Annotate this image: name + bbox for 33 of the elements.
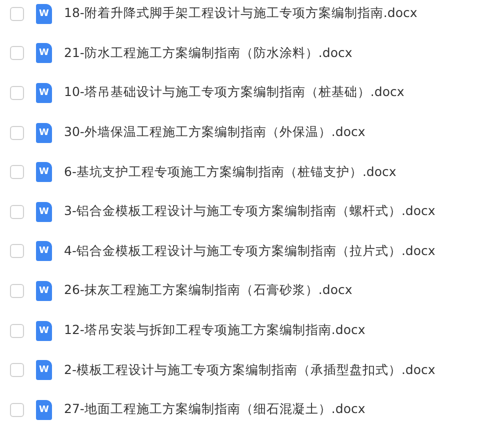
file-name[interactable]: 2-模板工程设计与施工专项方案编制指南（承插型盘扣式）.docx [64,362,436,379]
checkbox[interactable] [10,204,24,219]
checkbox[interactable] [10,6,24,21]
checkbox[interactable] [10,284,24,298]
file-name[interactable]: 30-外墙保温工程施工方案编制指南（外保温）.docx [64,124,366,142]
file-name[interactable]: 27-地面工程施工方案编制指南（细石混凝土）.docx [64,401,366,418]
file-name[interactable]: 4-铝合金模板工程设计与施工专项方案编制指南（拉片式）.docx [64,242,436,260]
document-icon: W [36,43,52,64]
file-name[interactable]: 18-附着升降式脚手架工程设计与施工专项方案编制指南.docx [64,5,418,22]
file-name[interactable]: 10-塔吊基础设计与施工专项方案编制指南（桩基础）.docx [64,84,404,102]
document-icon: W [36,122,52,143]
document-icon: W [36,400,52,420]
document-icon: W [36,320,52,341]
checkbox[interactable] [10,244,24,258]
file-name[interactable]: 6-基坑支护工程专项施工方案编制指南（桩锚支护）.docx [64,164,396,181]
checkbox[interactable] [10,324,24,338]
document-icon: W [36,4,52,24]
document-icon: W [36,162,52,182]
checkbox[interactable] [10,402,24,417]
checkbox[interactable] [10,363,24,378]
document-icon: W [36,280,52,301]
document-icon: W [36,202,52,222]
file-name[interactable]: 26-抹灰工程施工方案编制指南（石膏砂浆）.docx [64,282,352,300]
document-icon: W [36,241,52,262]
checkbox[interactable] [10,86,24,100]
file-name[interactable]: 3-铝合金模板工程设计与施工专项方案编制指南（螺杆式）.docx [64,203,436,220]
document-icon: W [36,360,52,380]
checkbox[interactable] [10,46,24,60]
document-icon: W [36,82,52,103]
file-name[interactable]: 21-防水工程施工方案编制指南（防水涂料）.docx [64,44,352,62]
file-name[interactable]: 12-塔吊安装与拆卸工程专项施工方案编制指南.docx [64,322,366,340]
checkbox[interactable] [10,126,24,140]
checkbox[interactable] [10,165,24,180]
